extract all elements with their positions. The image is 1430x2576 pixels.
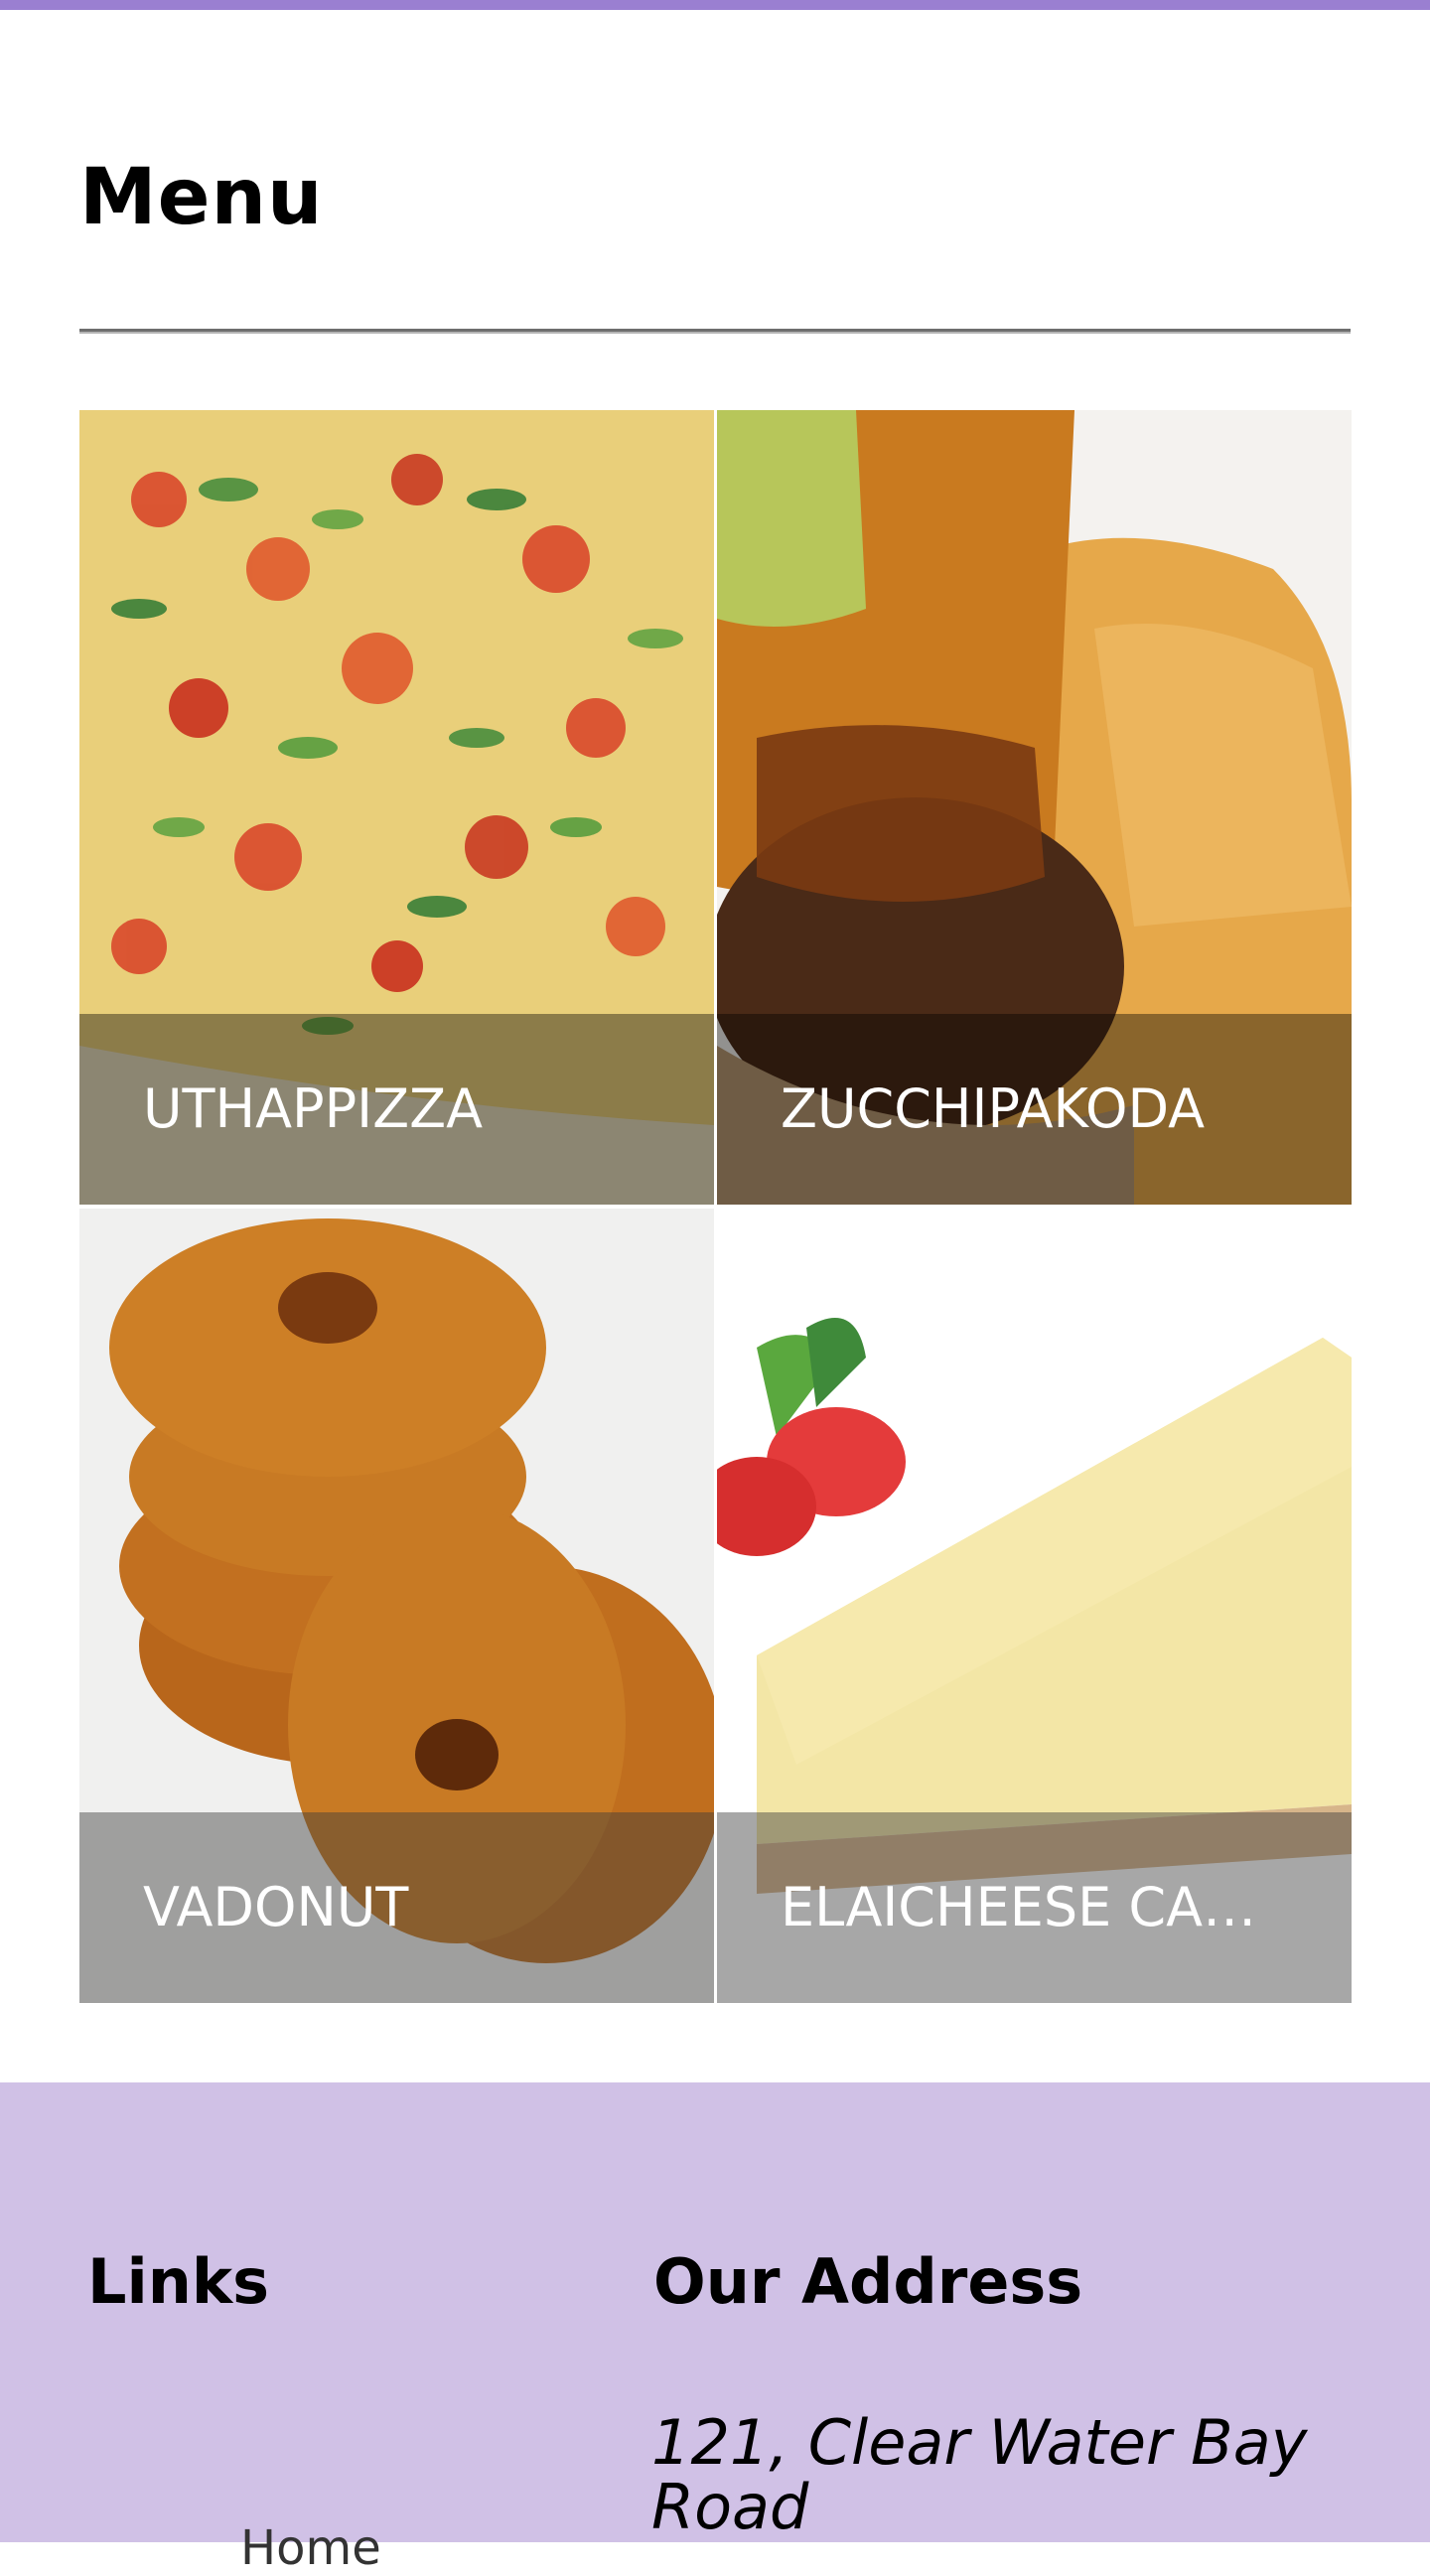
menu-item-caption: UTHAPPIZZA	[79, 1014, 714, 1205]
menu-item-name: VADONUT	[143, 1878, 409, 1937]
menu-item-name: ZUCCHIPAKODA	[781, 1079, 1206, 1139]
links-heading: Links	[87, 2245, 270, 2318]
menu-item-name: ELAICHEESE CA…	[781, 1878, 1257, 1937]
page-title: Menu	[79, 153, 324, 242]
menu-item-vadonut[interactable]: VADONUT	[79, 1209, 714, 2003]
menu-item-zucchipakoda[interactable]: ZUCCHIPAKODA	[717, 410, 1352, 1205]
top-accent-bar	[0, 0, 1430, 10]
menu-item-caption: ZUCCHIPAKODA	[717, 1014, 1352, 1205]
menu-item-elaicheese-cake[interactable]: ELAICHEESE CA…	[717, 1209, 1352, 2003]
title-divider	[79, 329, 1351, 334]
menu-item-uthappizza[interactable]: UTHAPPIZZA	[79, 410, 714, 1205]
address-line-1: 121, Clear Water Bay Road	[651, 2406, 1308, 2544]
address-heading: Our Address	[653, 2245, 1083, 2318]
menu-item-caption: VADONUT	[79, 1812, 714, 2003]
menu-item-caption: ELAICHEESE CA…	[717, 1812, 1352, 2003]
footer: Links Home Our Address 121, Clear Water …	[0, 2082, 1430, 2572]
footer-link-home[interactable]: Home	[240, 2524, 381, 2572]
menu-item-name: UTHAPPIZZA	[143, 1079, 484, 1139]
menu-grid: UTHAPPIZZA ZUCCHIPAKODA VADONUT ELAICHEE…	[79, 410, 1352, 2003]
